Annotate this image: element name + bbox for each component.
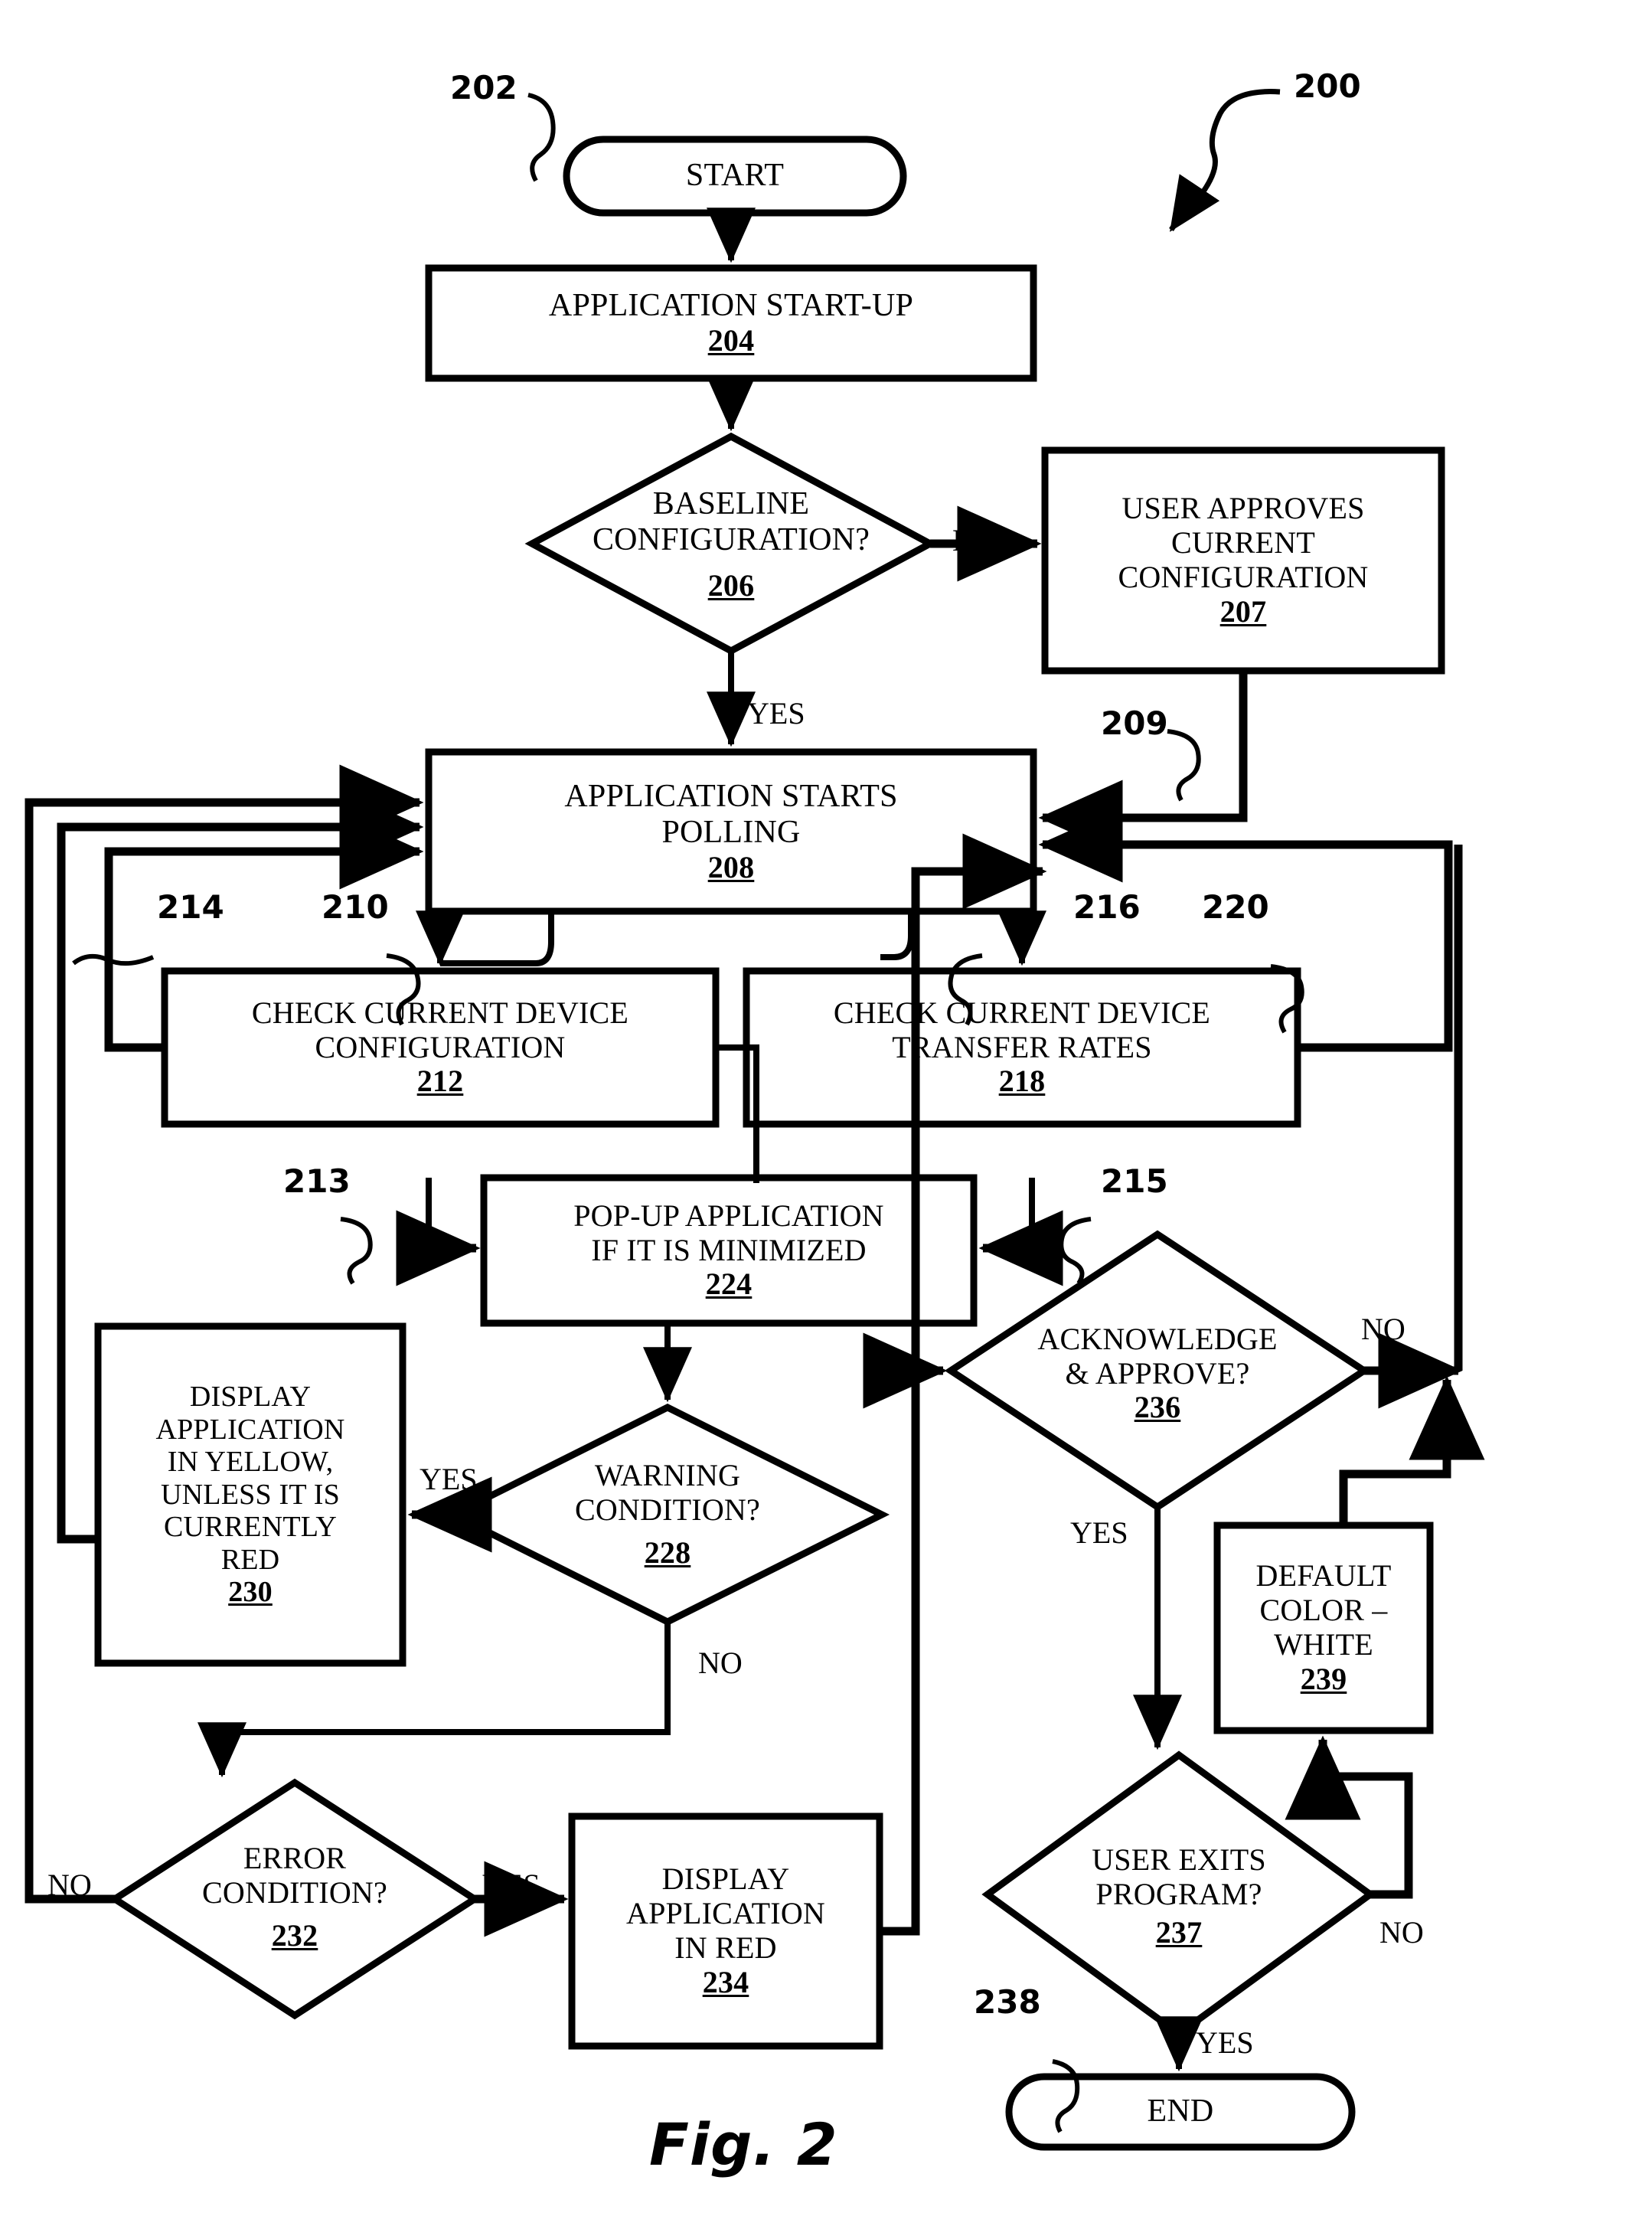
node-207-shape	[1041, 446, 1445, 675]
ref-214: 214	[157, 888, 224, 926]
flowchart-graphics	[24, 89, 1485, 2151]
edge-208-to-212	[440, 911, 554, 966]
ref-220: 220	[1202, 888, 1269, 926]
node-212-shape	[161, 967, 720, 1128]
node-239-shape	[1213, 1522, 1434, 1734]
node-232-shape	[108, 1778, 482, 2020]
figure-caption: Fig. 2	[649, 2110, 838, 2179]
leader-209	[1167, 729, 1201, 802]
node-208-shape	[425, 748, 1037, 915]
node-218-shape	[743, 967, 1301, 1128]
node-224-shape	[480, 1174, 978, 1327]
ref-210: 210	[322, 888, 389, 926]
ref-216: 216	[1073, 888, 1141, 926]
edge-label-237-yes: YES	[1196, 2025, 1254, 2060]
edge-207-to-208	[1038, 671, 1248, 856]
edge-label-232-no: NO	[47, 1868, 92, 1902]
node-237-shape	[981, 1750, 1376, 2038]
node-230-shape	[94, 1322, 406, 1667]
edge-label-206-no: NO	[952, 523, 997, 557]
leader-200-arrow	[1169, 174, 1220, 232]
ref-215: 215	[1101, 1162, 1168, 1200]
ref-213: 213	[283, 1162, 351, 1200]
leader-202	[527, 93, 556, 182]
node-206-shape	[524, 432, 938, 655]
edge-label-228-no: NO	[698, 1646, 743, 1680]
ref-200: 200	[1294, 67, 1361, 105]
figure-canvas: START APPLICATION START-UP 204 BASELINE …	[0, 0, 1652, 2239]
edge-label-236-no: NO	[1361, 1312, 1406, 1346]
node-234-shape	[568, 1812, 883, 2050]
edge-239-up	[1339, 1375, 1485, 1525]
node-204-shape	[425, 264, 1037, 382]
node-236-shape	[944, 1230, 1371, 1512]
ref-202: 202	[450, 69, 517, 106]
edge-label-232-yes: YES	[482, 1868, 540, 1902]
edge-label-228-yes: YES	[420, 1462, 478, 1496]
leader-213	[340, 1217, 373, 1285]
leader-214	[72, 953, 155, 966]
leader-215	[1059, 1217, 1092, 1285]
edge-label-237-no: NO	[1379, 1915, 1424, 1950]
node-228-shape	[445, 1403, 890, 1626]
leader-200	[1190, 89, 1281, 208]
edge-label-236-yes: YES	[1070, 1515, 1128, 1550]
ref-238: 238	[974, 1983, 1041, 2021]
node-start-shape	[563, 136, 907, 217]
edge-label-206-yes: YES	[747, 696, 805, 731]
ref-209: 209	[1101, 704, 1168, 742]
